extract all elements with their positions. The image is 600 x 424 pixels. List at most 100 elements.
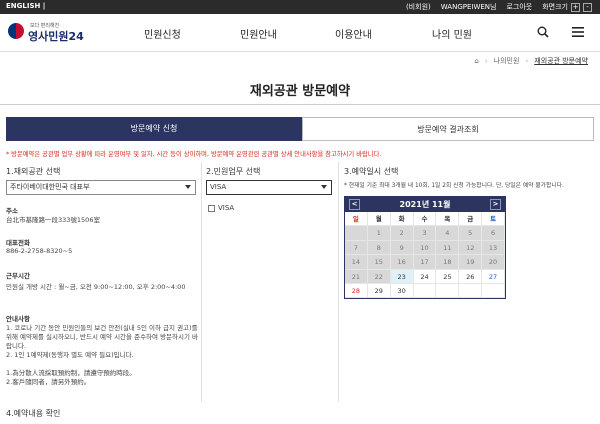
calendar-day: 11 bbox=[436, 240, 460, 256]
title-divider bbox=[0, 104, 600, 105]
font-size-label: 화면크기 bbox=[542, 3, 568, 11]
calendar-day: 1 bbox=[367, 226, 391, 241]
weekday-label: 수 bbox=[413, 212, 437, 227]
user-name: WANGPEIWEN님 bbox=[440, 3, 497, 11]
calendar-day: 12 bbox=[459, 240, 483, 256]
calendar-month: 2021년 11월 bbox=[399, 200, 451, 209]
breadcrumb: ⌂ › 나의민원 › 재외공관 방문예약 bbox=[474, 56, 588, 66]
guide-line: 위해 예약제를 실시하오니, 반드시 예약 시간을 준수하여 방문하시기 바 bbox=[6, 333, 199, 341]
weekday-label: 토 bbox=[482, 212, 505, 227]
calendar-day: 3 bbox=[413, 226, 437, 241]
calendar-day-available[interactable]: 25 bbox=[436, 269, 460, 284]
calendar-next-button[interactable]: > bbox=[490, 199, 501, 210]
nav-apply[interactable]: 민원신청 bbox=[144, 26, 181, 41]
reservation-note: * 현재일 기준 최대 3개월 내 10회, 1일 2회 신청 가능합니다. 단… bbox=[344, 183, 564, 189]
embassy-select-value: 주타이베이대한민국 대표부 bbox=[10, 183, 90, 191]
calendar-prev-button[interactable]: < bbox=[349, 199, 360, 210]
address-value: 台北市基隆路一段333號1506室 bbox=[6, 216, 100, 224]
section4-title: 4.예약내용 확인 bbox=[6, 409, 61, 418]
search-icon[interactable] bbox=[537, 26, 549, 38]
breadcrumb-separator: › bbox=[525, 57, 529, 65]
calendar-day-available[interactable]: 26 bbox=[459, 269, 483, 284]
calendar-day: 14 bbox=[345, 255, 368, 270]
phone-label: 대표전화 bbox=[6, 239, 30, 247]
home-icon[interactable]: ⌂ bbox=[474, 57, 478, 65]
guide-line: 2.客戶隨同者，請另外預約。 bbox=[6, 378, 91, 386]
calendar-day: 16 bbox=[390, 255, 414, 270]
tab-visit-apply[interactable]: 방문예약 신청 bbox=[6, 117, 302, 141]
nav-usage[interactable]: 이용안내 bbox=[335, 26, 372, 41]
calendar-day: 4 bbox=[436, 226, 460, 241]
visa-checkbox-row[interactable]: VISA bbox=[208, 204, 234, 212]
section2-title: 2.민원업무 선택 bbox=[206, 167, 261, 176]
calendar-day-available[interactable]: 29 bbox=[367, 283, 391, 299]
weekday-label: 월 bbox=[367, 212, 391, 227]
notice-text: * 방문예약은 공관별 업무 상황에 따라 운영여부 및 일자, 시간 등이 상… bbox=[6, 151, 382, 158]
calendar-day: 19 bbox=[459, 255, 483, 270]
logout-link[interactable]: 로그아웃 bbox=[506, 2, 532, 12]
reservation-calendar: < 2021년 11월 > 일 월 화 수 목 금 토 1 2 3 4 5 6 … bbox=[344, 196, 506, 300]
calendar-day: 7 bbox=[345, 240, 368, 256]
guide-line: 2. 1인 1예약제(동행자 별도 예약 필요)입니다. bbox=[6, 351, 134, 359]
page-title: 재외공관 방문예약 bbox=[249, 84, 351, 99]
hours-label: 근무시간 bbox=[6, 272, 30, 280]
visa-checkbox[interactable] bbox=[208, 204, 215, 212]
column-divider bbox=[201, 162, 202, 402]
user-menu: (비회원) WANGPEIWEN님 로그아웃 화면크기 + - bbox=[406, 2, 592, 12]
chevron-down-icon bbox=[321, 185, 327, 189]
tab-visit-result[interactable]: 방문예약 결과조회 bbox=[302, 117, 594, 141]
calendar-day-available[interactable]: 24 bbox=[413, 269, 437, 284]
calendar-day: 18 bbox=[436, 255, 460, 270]
section3-title: 3.예약일시 선택 bbox=[344, 167, 399, 176]
font-plus-button[interactable]: + bbox=[571, 2, 580, 12]
phone-value: 886-2-2758-8320~5 bbox=[6, 247, 73, 255]
calendar-day: 10 bbox=[413, 240, 437, 256]
calendar-day-empty bbox=[345, 226, 368, 241]
calendar-day: 6 bbox=[482, 226, 505, 241]
english-link[interactable]: ENGLISH | bbox=[6, 2, 45, 10]
hours-value: 민원실 개방 시간 : 월~금, 오전 9:00~12:00, 오후 2:00~… bbox=[6, 283, 186, 291]
calendar-day-available[interactable]: 27 bbox=[482, 269, 505, 284]
calendar-day: 9 bbox=[390, 240, 414, 256]
calendar-day-empty bbox=[413, 283, 437, 299]
service-select-value: VISA bbox=[210, 183, 227, 191]
breadcrumb-my-civil[interactable]: 나의민원 bbox=[494, 56, 520, 66]
calendar-day-empty bbox=[436, 283, 460, 299]
calendar-day: 21 bbox=[345, 269, 368, 284]
weekday-label: 금 bbox=[459, 212, 483, 227]
calendar-day: 20 bbox=[482, 255, 505, 270]
breadcrumb-separator: › bbox=[484, 57, 488, 65]
calendar-day: 5 bbox=[459, 226, 483, 241]
site-header: 보다 편리해진 영사민원24 민원신청 민원안내 이용안내 나의 민원 bbox=[0, 14, 600, 52]
calendar-day-empty bbox=[482, 283, 505, 299]
column-divider bbox=[338, 162, 339, 402]
calendar-day-available[interactable]: 28 bbox=[345, 283, 368, 299]
nav-guide[interactable]: 민원안내 bbox=[240, 26, 277, 41]
embassy-select[interactable]: 주타이베이대한민국 대표부 bbox=[6, 180, 196, 195]
font-size-control: 화면크기 + - bbox=[542, 2, 592, 12]
calendar-day: 13 bbox=[482, 240, 505, 256]
section1-title: 1.재외공관 선택 bbox=[6, 167, 61, 176]
hamburger-menu-icon[interactable] bbox=[572, 27, 584, 37]
logo-name: 영사민원24 bbox=[28, 30, 84, 43]
taegeuk-emblem-icon bbox=[8, 23, 24, 39]
calendar-day: 15 bbox=[367, 255, 391, 270]
weekday-label: 화 bbox=[390, 212, 414, 227]
calendar-day-empty bbox=[459, 283, 483, 299]
calendar-day: 17 bbox=[413, 255, 437, 270]
calendar-day: 2 bbox=[390, 226, 414, 241]
site-logo[interactable]: 보다 편리해진 영사민원24 bbox=[8, 22, 98, 46]
weekday-label: 목 bbox=[436, 212, 460, 227]
member-type: (비회원) bbox=[405, 3, 431, 11]
font-minus-button[interactable]: - bbox=[583, 2, 592, 12]
calendar-day-available[interactable]: 30 bbox=[390, 283, 414, 299]
chevron-down-icon bbox=[185, 185, 191, 189]
service-select[interactable]: VISA bbox=[206, 180, 332, 195]
calendar-day-today: 23 bbox=[390, 269, 414, 284]
breadcrumb-current[interactable]: 재외공관 방문예약 bbox=[534, 56, 588, 66]
calendar-day: 22 bbox=[367, 269, 391, 284]
calendar-grid: 일 월 화 수 목 금 토 1 2 3 4 5 6 7 8 9 10 11 12… bbox=[345, 212, 505, 299]
nav-my-civil[interactable]: 나의 민원 bbox=[432, 26, 472, 41]
calendar-header: < 2021년 11월 > bbox=[345, 197, 505, 212]
visa-checkbox-label: VISA bbox=[218, 204, 235, 212]
